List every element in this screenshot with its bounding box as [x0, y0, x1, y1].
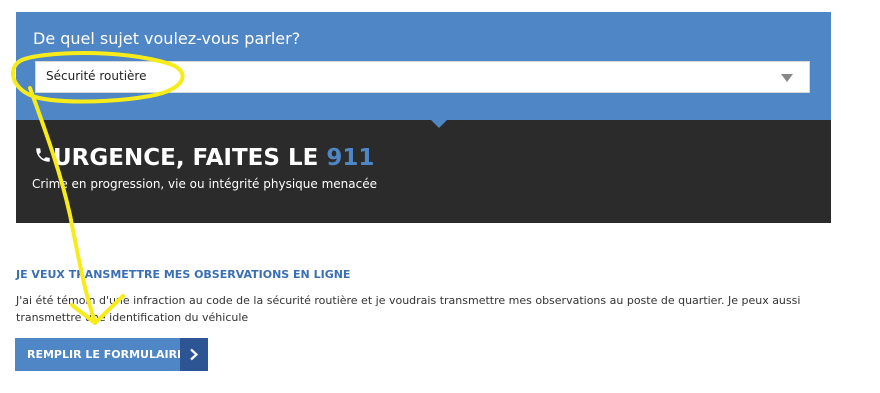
- emergency-panel: URGENCE, FAITES LE 911 Crime en progress…: [16, 120, 831, 223]
- emergency-number: 911: [326, 145, 375, 171]
- online-section-body: J'ai été témoin d'une infraction au code…: [16, 294, 801, 324]
- chevron-right-icon: [180, 338, 208, 371]
- emergency-title: URGENCE, FAITES LE 911: [53, 145, 374, 171]
- chevron-down-icon: [781, 74, 793, 82]
- online-section-heading: JE VEUX TRANSMETTRE MES OBSERVATIONS EN …: [16, 268, 351, 281]
- topic-panel: De quel sujet voulez-vous parler? Sécuri…: [16, 12, 831, 120]
- panel-pointer: [431, 120, 447, 128]
- fill-form-button[interactable]: REMPLIR LE FORMULAIRE: [15, 338, 208, 371]
- emergency-subtitle: Crime en progression, vie ou intégrité p…: [32, 177, 377, 191]
- topic-label: De quel sujet voulez-vous parler?: [33, 29, 301, 48]
- topic-select[interactable]: Sécurité routière: [35, 61, 810, 93]
- fill-form-button-label: REMPLIR LE FORMULAIRE: [27, 348, 185, 361]
- topic-selected-value: Sécurité routière: [46, 69, 147, 83]
- phone-icon: [34, 146, 52, 169]
- emergency-title-text: URGENCE, FAITES LE: [53, 145, 327, 171]
